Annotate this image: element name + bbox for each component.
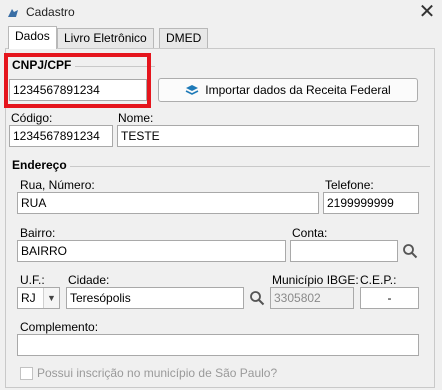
inscricao-label: Possui inscrição no município de São Pau…	[37, 366, 278, 380]
inscricao-checkbox[interactable]	[20, 367, 33, 380]
import-download-icon	[185, 85, 199, 95]
import-receita-button[interactable]: Importar dados da Receita Federal	[158, 78, 418, 102]
cidade-field[interactable]: Teresópolis	[66, 287, 244, 309]
codigo-field[interactable]: 1234567891234	[9, 125, 113, 147]
endereco-divider	[70, 166, 430, 167]
tab-dmed[interactable]: DMED	[159, 28, 209, 48]
search-icon	[403, 244, 418, 259]
conta-search-button[interactable]	[400, 241, 420, 261]
rua-field[interactable]: RUA	[17, 192, 319, 214]
uf-label: U.F.:	[20, 273, 45, 287]
codigo-label: Código:	[11, 111, 53, 125]
import-button-label: Importar dados da Receita Federal	[205, 83, 391, 97]
complemento-field[interactable]	[17, 334, 419, 356]
cep-label: C.E.P.:	[360, 273, 397, 287]
nome-field[interactable]: TESTE	[117, 125, 419, 147]
rua-label: Rua, Número:	[20, 178, 95, 192]
nome-label: Nome:	[118, 111, 154, 125]
highlight-box	[4, 53, 151, 108]
conta-field[interactable]	[290, 240, 398, 262]
telefone-field[interactable]: 2199999999	[323, 192, 419, 214]
conta-label: Conta:	[292, 226, 328, 240]
cidade-search-button[interactable]	[247, 288, 267, 308]
close-icon[interactable]: ✕	[416, 2, 438, 22]
search-icon	[250, 291, 265, 306]
bairro-label: Bairro:	[20, 226, 56, 240]
chevron-down-icon[interactable]: ▼	[43, 288, 59, 308]
tab-livro-eletronico[interactable]: Livro Eletrônico	[57, 28, 154, 48]
bairro-field[interactable]: BAIRRO	[17, 240, 286, 262]
tab-dados[interactable]: Dados	[8, 26, 57, 49]
endereco-label: Endereço	[12, 158, 67, 172]
window-title: Cadastro	[26, 5, 75, 19]
app-icon	[8, 9, 18, 17]
cep-field[interactable]: -	[360, 287, 419, 309]
cidade-label: Cidade:	[68, 273, 110, 287]
municipio-ibge-field: 3305802	[270, 287, 354, 309]
uf-value: RJ	[21, 291, 36, 305]
uf-select[interactable]: RJ ▼	[17, 287, 60, 309]
complemento-label: Complemento:	[20, 320, 99, 334]
municipio-ibge-label: Município IBGE:	[272, 273, 359, 287]
telefone-label: Telefone:	[325, 178, 374, 192]
